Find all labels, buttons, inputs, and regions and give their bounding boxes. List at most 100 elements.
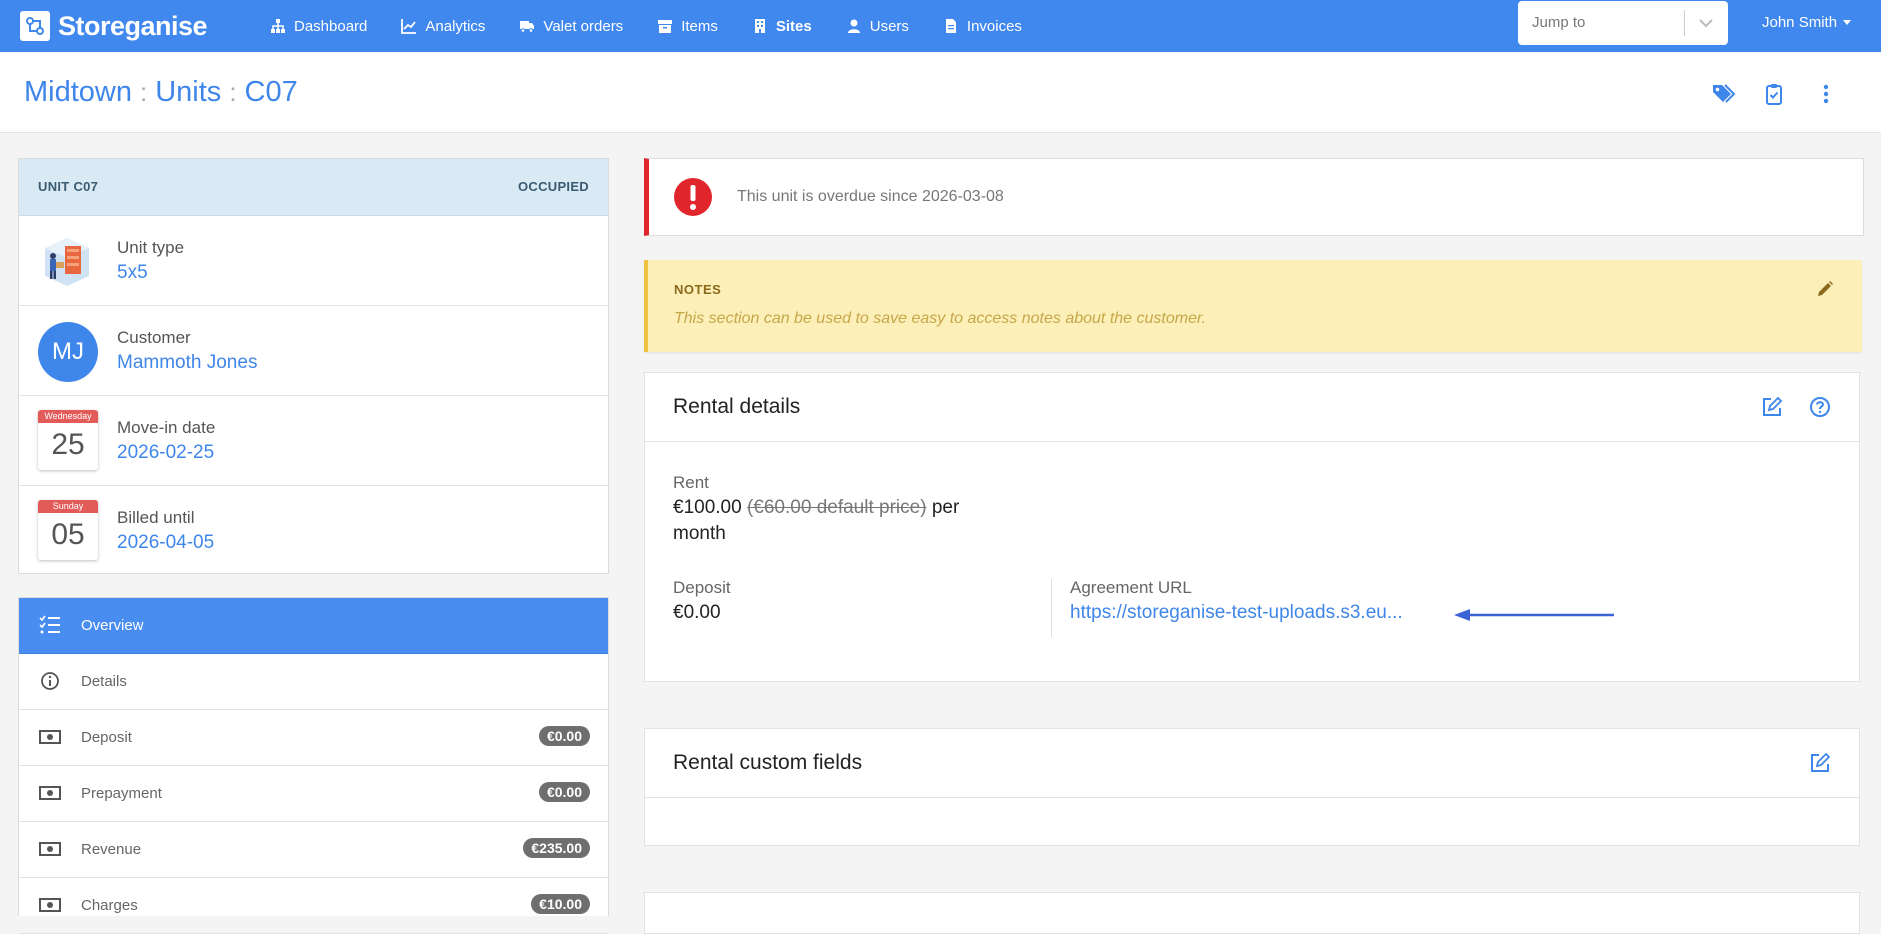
rental-details-title: Rental details	[673, 395, 801, 418]
nav-analytics-label: Analytics	[425, 17, 486, 35]
overdue-alert: This unit is overdue since 2026-03-08	[644, 158, 1864, 236]
truck-icon	[520, 21, 535, 33]
menu-deposit[interactable]: Deposit €0.00	[19, 710, 608, 766]
pencil-icon[interactable]	[1816, 280, 1834, 298]
edit-icon[interactable]	[1809, 752, 1831, 774]
rent-label: Rent	[673, 473, 709, 492]
movein-date-link[interactable]: 2026-02-25	[117, 442, 214, 464]
rent-amount: €100.00	[673, 497, 742, 518]
money-bill-icon	[39, 842, 61, 856]
breadcrumb-separator: :	[140, 77, 148, 107]
sitemap-icon	[271, 19, 285, 33]
agreement-url-link[interactable]: https://storeganise-test-uploads.s3.eu..…	[1070, 600, 1403, 626]
menu-details[interactable]: Details	[19, 654, 608, 710]
customer-row: MJ Customer Mammoth Jones	[19, 306, 608, 396]
exclamation-circle-icon	[674, 178, 712, 216]
file-icon	[945, 19, 956, 33]
page-header: Midtown : Units : C07	[0, 52, 1881, 133]
rental-custom-fields-title: Rental custom fields	[673, 751, 863, 774]
rental-details-header: Rental details	[645, 373, 1859, 442]
deposit-badge: €0.00	[538, 726, 590, 746]
user-menu[interactable]: John Smith	[1762, 14, 1852, 31]
nav-analytics[interactable]: Analytics	[401, 18, 485, 35]
help-circle-icon[interactable]	[1809, 396, 1831, 418]
billed-calendar-icon: Sunday 05	[38, 500, 98, 560]
menu-charges[interactable]: Charges €10.00	[19, 878, 608, 934]
nav-valet-orders[interactable]: Valet orders	[519, 18, 623, 35]
customer-label: Customer	[117, 328, 191, 347]
jump-to-divider	[1684, 10, 1685, 36]
billed-weekday: Sunday	[38, 500, 98, 513]
chevron-down-icon[interactable]	[1696, 13, 1716, 33]
menu-overview-label: Overview	[81, 617, 144, 634]
billed-day: 05	[51, 518, 85, 551]
chart-line-icon	[401, 19, 417, 34]
menu-prepayment[interactable]: Prepayment €0.00	[19, 766, 608, 822]
movein-row: Wednesday 25 Move-in date 2026-02-25	[19, 396, 608, 486]
movein-weekday: Wednesday	[38, 410, 98, 423]
rental-details-card: Rental details Rent €100.00 (€60.00 defa…	[644, 372, 1860, 682]
nav-invoices-label: Invoices	[966, 17, 1022, 35]
nav-users-label: Users	[869, 17, 909, 35]
rent-per: per	[931, 497, 960, 518]
notes-panel: NOTES This section can be used to save e…	[644, 260, 1862, 352]
notes-title: NOTES	[674, 282, 722, 297]
nav-invoices[interactable]: Invoices	[943, 18, 1022, 35]
agreement-url-label: Agreement URL	[1070, 578, 1192, 597]
breadcrumb: Midtown : Units : C07	[24, 76, 298, 109]
unit-type-label: Unit type	[117, 238, 185, 257]
rent-period: month	[673, 523, 726, 544]
jump-to-placeholder: Jump to	[1532, 14, 1586, 31]
menu-revenue-label: Revenue	[81, 841, 142, 858]
customer-avatar[interactable]: MJ	[38, 322, 98, 382]
billed-until-row: Sunday 05 Billed until 2026-04-05	[19, 486, 608, 575]
tasks-icon	[39, 615, 60, 634]
jump-to-select[interactable]: Jump to	[1518, 1, 1728, 45]
rent-value-block: €100.00 (€60.00 default price) per month	[673, 495, 993, 547]
money-bill-icon	[39, 730, 61, 744]
edit-icon[interactable]	[1761, 396, 1783, 418]
unit-summary-card: UNIT C07 OCCUPIED Unit type 5x5 MJ Custo…	[18, 158, 609, 574]
nav-valet-orders-label: Valet orders	[543, 17, 624, 35]
brand-name: Storeganise	[58, 10, 208, 41]
archive-icon	[658, 20, 673, 33]
overdue-alert-message: This unit is overdue since 2026-03-08	[737, 188, 1004, 205]
brand[interactable]: Storeganise	[20, 8, 208, 44]
rental-custom-fields-card: Rental custom fields	[644, 728, 1860, 846]
unit-type-illustration-icon	[45, 238, 89, 286]
unit-type-row: Unit type 5x5	[19, 216, 608, 306]
billed-until-label: Billed until	[117, 508, 195, 527]
prepayment-badge: €0.00	[538, 782, 590, 802]
tags-icon[interactable]	[1711, 82, 1735, 106]
nav-sites[interactable]: Sites	[752, 18, 812, 35]
caret-down-icon	[1843, 19, 1852, 25]
nav-users[interactable]: Users	[846, 18, 909, 35]
breadcrumb-units[interactable]: Units	[155, 76, 221, 109]
arrow-annotation-icon	[1454, 609, 1614, 621]
clipboard-check-icon[interactable]	[1762, 82, 1786, 106]
customer-link[interactable]: Mammoth Jones	[117, 352, 257, 374]
unit-status: OCCUPIED	[517, 179, 589, 194]
money-bill-icon	[39, 898, 61, 912]
user-icon	[847, 19, 860, 33]
movein-label: Move-in date	[117, 418, 216, 437]
menu-revenue[interactable]: Revenue €235.00	[19, 822, 608, 878]
revenue-badge: €235.00	[523, 838, 590, 858]
deposit-value: €0.00	[673, 602, 721, 623]
next-card	[644, 892, 1860, 934]
breadcrumb-unit[interactable]: C07	[245, 76, 298, 109]
more-vertical-icon[interactable]	[1814, 82, 1838, 106]
movein-calendar-icon: Wednesday 25	[38, 410, 98, 470]
unit-type-link[interactable]: 5x5	[117, 262, 148, 284]
rental-custom-fields-header: Rental custom fields	[645, 729, 1859, 798]
billed-until-link[interactable]: 2026-04-05	[117, 532, 214, 554]
breadcrumb-site[interactable]: Midtown	[24, 76, 132, 109]
nav-dashboard[interactable]: Dashboard	[270, 18, 367, 35]
menu-overview[interactable]: Overview	[19, 598, 608, 654]
unit-section-menu: Overview Details Deposit €0.00 Prepaymen…	[18, 597, 609, 934]
info-circle-icon	[41, 672, 59, 690]
nav-items[interactable]: Items	[657, 18, 718, 35]
user-name: John Smith	[1762, 14, 1838, 31]
menu-charges-label: Charges	[81, 897, 138, 914]
nav-dashboard-label: Dashboard	[294, 17, 368, 35]
